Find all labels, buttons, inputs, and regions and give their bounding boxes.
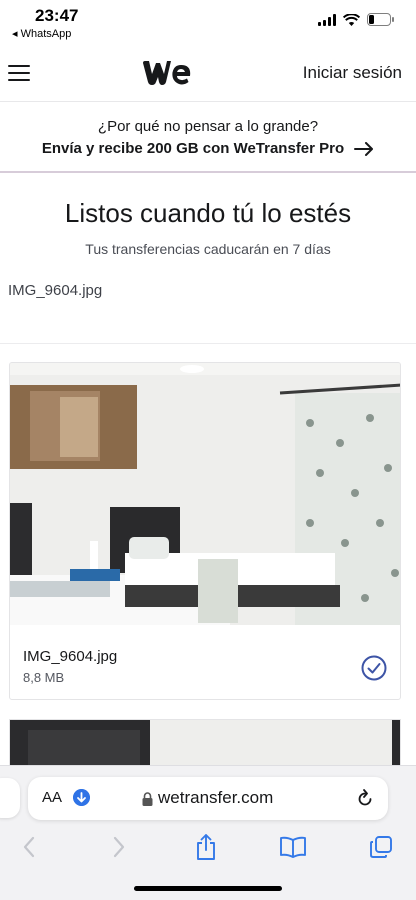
app-header: Iniciar sesión — [0, 44, 416, 102]
check-circle-icon[interactable] — [361, 655, 387, 681]
share-button[interactable] — [189, 830, 223, 864]
text-size-button[interactable]: AA — [42, 789, 62, 806]
promo-question: ¿Por qué no pensar a lo grande? — [97, 118, 319, 135]
arrow-right-icon — [354, 141, 374, 156]
download-icon[interactable] — [73, 789, 90, 806]
chevron-left-icon — [23, 836, 35, 858]
forward-button[interactable] — [102, 830, 136, 864]
wifi-icon — [343, 13, 360, 26]
page-title: Listos cuando tú lo estés — [64, 198, 352, 228]
back-to-whatsapp-link[interactable]: ◂ WhatsApp — [12, 27, 71, 40]
battery-icon — [367, 13, 394, 26]
hamburger-menu-icon[interactable] — [8, 65, 30, 81]
promo-cta-link[interactable]: Envía y recibe 200 GB con WeTransfer Pro — [0, 140, 416, 157]
wetransfer-logo[interactable] — [143, 60, 191, 86]
tabs-icon — [370, 836, 392, 858]
browser-bottom-bar: AA wetransfer.com — [0, 765, 416, 900]
status-time: 23:47 — [35, 6, 79, 25]
share-icon — [197, 834, 215, 860]
file-name: IMG_9604.jpg — [23, 648, 118, 665]
expiry-notice: Tus transferencias caducarán en 7 días — [85, 241, 331, 257]
previous-tab-preview[interactable] — [0, 778, 20, 818]
promo-cta-label: Envía y recibe 200 GB con WeTransfer Pro — [41, 140, 345, 157]
book-icon — [280, 836, 306, 858]
file-size: 8,8 MB — [23, 670, 65, 685]
tabs-button[interactable] — [364, 830, 398, 864]
status-icons — [318, 13, 394, 26]
bookmarks-button[interactable] — [276, 830, 310, 864]
transfer-file-name: IMG_9604.jpg — [8, 282, 103, 299]
cellular-signal-icon — [318, 13, 336, 26]
status-bar: 23:47 ◂ WhatsApp — [0, 0, 416, 44]
divider — [0, 343, 416, 344]
file-card[interactable]: IMG_9604.jpg 8,8 MB — [9, 362, 401, 700]
address-bar[interactable]: AA wetransfer.com — [28, 777, 388, 820]
login-link[interactable]: Iniciar sesión — [303, 63, 402, 83]
url-text: wetransfer.com — [158, 788, 274, 807]
lock-icon — [142, 792, 153, 806]
image-preview[interactable] — [10, 363, 401, 625]
chevron-right-icon — [113, 836, 125, 858]
back-button[interactable] — [12, 830, 46, 864]
reload-icon[interactable] — [356, 789, 374, 809]
promo-banner: ¿Por qué no pensar a lo grande? Envía y … — [0, 103, 416, 173]
home-indicator[interactable] — [134, 886, 282, 891]
